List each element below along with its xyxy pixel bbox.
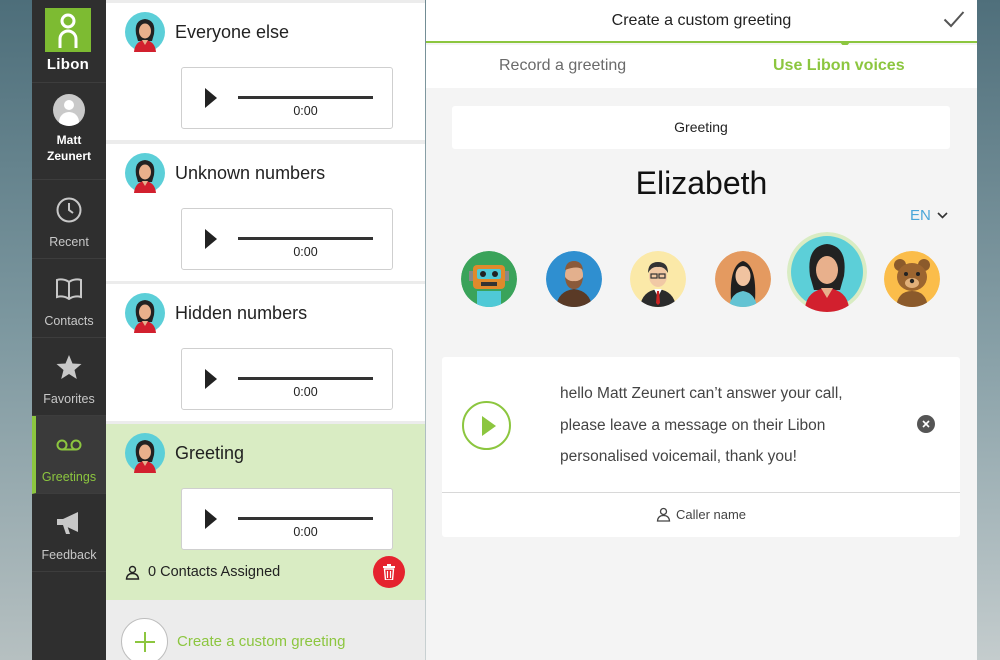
clock-icon	[32, 195, 106, 225]
brand-name: Libon	[46, 56, 90, 73]
voice-picker	[426, 232, 977, 312]
audio-time: 0:00	[293, 525, 318, 539]
person-icon	[656, 507, 671, 522]
person-icon	[125, 565, 140, 580]
nav-recent-label: Recent	[49, 235, 89, 249]
elizabeth-avatar-icon	[125, 433, 165, 473]
greeting-card-everyone-else[interactable]: Everyone else 0:00	[106, 3, 425, 140]
audio-player: 0:00	[181, 67, 393, 129]
elizabeth-avatar-icon	[125, 12, 165, 52]
caller-name-label: Caller name	[675, 507, 747, 522]
tab-libon-voices[interactable]: Use Libon voices	[773, 57, 905, 75]
nav-greetings-label: Greetings	[41, 470, 97, 484]
voicemail-icon	[32, 430, 106, 460]
nav-feedback-label: Feedback	[41, 548, 97, 562]
elizabeth-avatar-icon	[125, 153, 165, 193]
checkmark-icon	[943, 11, 965, 28]
create-custom-greeting-button[interactable]: Create a custom greeting	[121, 618, 345, 660]
create-custom-greeting-label: Create a custom greeting	[177, 633, 346, 650]
audio-time: 0:00	[293, 104, 318, 118]
clear-message-button[interactable]	[917, 415, 935, 433]
audio-progress-track[interactable]	[238, 237, 373, 240]
greeting-title: Unknown numbers	[175, 163, 326, 183]
language-selector[interactable]: EN	[910, 207, 948, 224]
user-avatar	[53, 94, 85, 126]
teddy-bear-voice-icon[interactable]	[884, 251, 940, 307]
greeting-title: Greeting	[175, 443, 245, 463]
robot-voice-icon[interactable]	[461, 251, 517, 307]
language-label: EN	[910, 207, 931, 224]
close-icon	[922, 420, 930, 428]
greetings-list: Everyone else 0:00 Unknown numbers 0:00 …	[106, 0, 425, 660]
greeting-card-hidden-numbers[interactable]: Hidden numbers 0:00	[106, 284, 425, 421]
nav-contacts-label: Contacts	[44, 314, 94, 328]
audio-progress-track[interactable]	[238, 96, 373, 99]
audio-player: 0:00	[181, 488, 393, 550]
chevron-down-icon	[937, 212, 948, 219]
star-icon	[32, 352, 106, 382]
panel-tabs: Record a greeting Use Libon voices	[426, 45, 977, 88]
megaphone-icon	[32, 508, 106, 538]
confirm-button[interactable]	[943, 10, 965, 33]
audio-progress-track[interactable]	[238, 377, 373, 380]
greeting-card-unknown-numbers[interactable]: Unknown numbers 0:00	[106, 144, 425, 281]
book-icon	[32, 274, 106, 304]
selected-voice-name: Elizabeth	[635, 165, 768, 201]
audio-progress-track[interactable]	[238, 517, 373, 520]
audio-time: 0:00	[293, 245, 318, 259]
play-icon[interactable]	[205, 509, 217, 529]
greeting-title: Hidden numbers	[175, 303, 308, 323]
nav-feedback[interactable]: Feedback	[32, 494, 106, 572]
long-hair-woman-voice-icon[interactable]	[715, 251, 771, 307]
custom-greeting-panel: Create a custom greeting Record a greeti…	[426, 0, 977, 660]
greeting-card-greeting[interactable]: Greeting 0:00 0 Contacts Assigned	[106, 424, 425, 600]
panel-title: Create a custom greeting	[611, 12, 792, 29]
nav-recent[interactable]: Recent	[32, 181, 106, 259]
nav-contacts[interactable]: Contacts	[32, 260, 106, 338]
plus-icon	[121, 618, 168, 660]
libon-logo[interactable]: Libon	[44, 8, 92, 74]
elizabeth-avatar-icon	[125, 293, 165, 333]
caller-name-button[interactable]: Caller name	[442, 507, 960, 522]
greeting-title: Everyone else	[175, 22, 290, 42]
contacts-assigned[interactable]: 0 Contacts Assigned	[125, 564, 280, 580]
play-icon[interactable]	[205, 88, 217, 108]
tab-record-greeting[interactable]: Record a greeting	[499, 57, 626, 75]
audio-player: 0:00	[181, 348, 393, 410]
delete-greeting-button[interactable]	[373, 556, 405, 588]
divider	[442, 492, 960, 493]
nav-favorites[interactable]: Favorites	[32, 338, 106, 416]
preview-play-button[interactable]	[462, 401, 511, 450]
audio-time: 0:00	[293, 385, 318, 399]
businessman-voice-icon[interactable]	[630, 251, 686, 307]
sidebar: Libon Matt Zeunert Recent Contacts Favor…	[32, 0, 106, 660]
greeting-message-card: hello Matt Zeunert can’t answer your cal…	[442, 357, 960, 537]
bearded-man-voice-icon[interactable]	[546, 251, 602, 307]
greeting-message-text[interactable]: hello Matt Zeunert can’t answer your cal…	[560, 378, 890, 473]
audio-player: 0:00	[181, 208, 393, 270]
contacts-assigned-label: 0 Contacts Assigned	[148, 564, 281, 580]
user-last-name: Zeunert	[46, 149, 91, 163]
play-icon	[482, 416, 496, 436]
user-profile[interactable]: Matt Zeunert	[32, 82, 106, 180]
nav-favorites-label: Favorites	[43, 392, 95, 406]
greeting-name-field[interactable]: Greeting	[452, 106, 950, 149]
nav-greetings[interactable]: Greetings	[32, 416, 106, 494]
panel-header: Create a custom greeting	[426, 0, 977, 48]
elizabeth-voice-icon[interactable]	[787, 232, 867, 312]
user-first-name: Matt	[56, 133, 82, 147]
play-icon[interactable]	[205, 369, 217, 389]
play-icon[interactable]	[205, 229, 217, 249]
trash-icon	[383, 564, 395, 580]
